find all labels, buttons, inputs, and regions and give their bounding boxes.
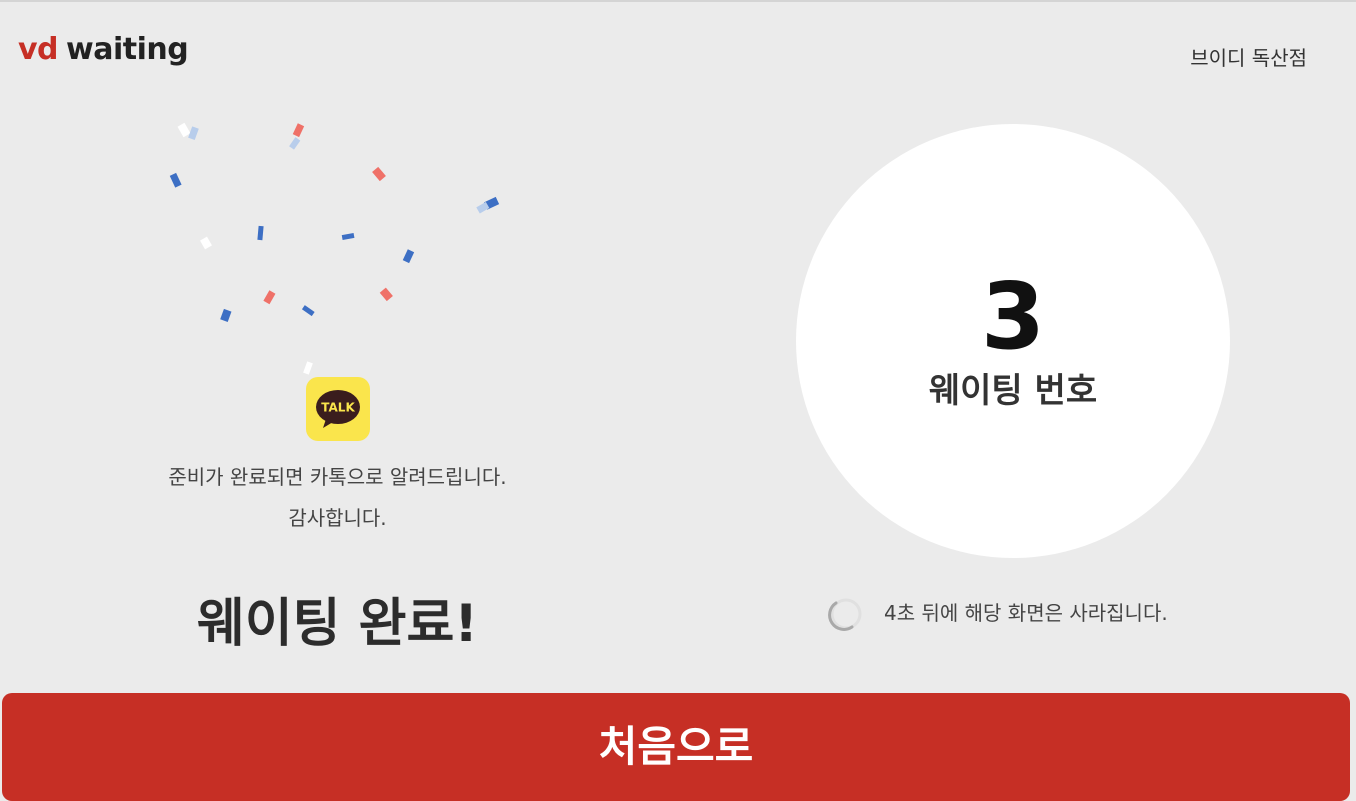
logo-vd-text: vd — [18, 32, 59, 67]
waiting-number-circle: 3 웨이팅 번호 — [796, 124, 1230, 558]
waiting-complete-screen: vd waiting 브이디 독산점 TALK 준비가 완료되면 카톡으로 알려… — [0, 0, 1356, 801]
loading-spinner-icon — [828, 598, 862, 631]
kakao-notice-text: 준비가 완료되면 카톡으로 알려드립니다. — [168, 465, 507, 489]
waiting-number-label: 웨이팅 번호 — [928, 371, 1098, 411]
kakaotalk-icon: TALK — [306, 377, 370, 441]
home-button[interactable]: 처음으로 — [2, 693, 1350, 801]
waiting-complete-title: 웨이팅 완료! — [196, 594, 479, 654]
thank-you-text: 감사합니다. — [288, 506, 387, 530]
kakao-icon-label: TALK — [321, 401, 355, 415]
store-name: 브이디 독산점 — [1190, 46, 1307, 70]
vd-waiting-logo: vd waiting — [18, 30, 189, 70]
confetti-pieces — [169, 122, 500, 375]
confetti-decoration — [169, 122, 500, 375]
logo-waiting-text: waiting — [66, 32, 189, 67]
countdown-text: 4초 뒤에 해당 화면은 사라집니다. — [884, 601, 1168, 625]
waiting-number: 3 — [980, 263, 1045, 370]
